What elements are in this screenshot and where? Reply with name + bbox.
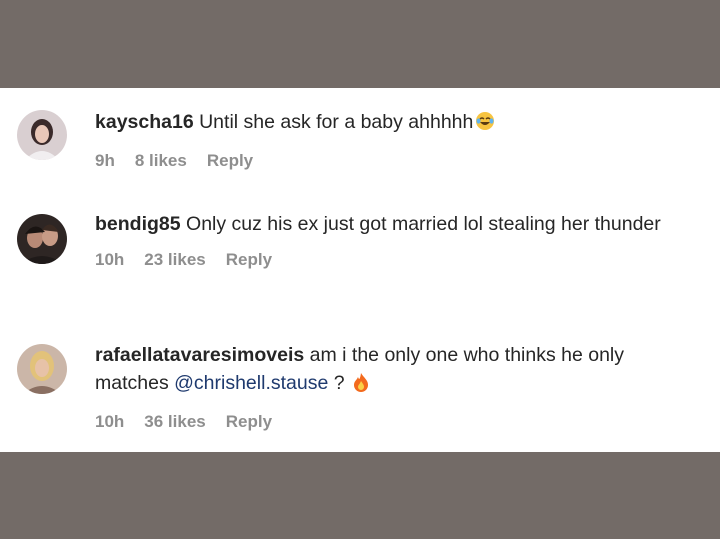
avatar-rafaellatavaresimoveis-icon <box>17 344 67 394</box>
fire-emoji-icon <box>352 372 370 400</box>
comment-meta: 10h 23 likes Reply <box>95 250 700 270</box>
comment-content: Only cuz his ex just got married lol ste… <box>186 213 661 235</box>
comment-time: 10h <box>95 250 125 269</box>
mention-link[interactable]: @chrishell.stause <box>174 372 328 394</box>
comment-time: 9h <box>95 151 115 170</box>
comment-likes[interactable]: 8 likes <box>135 151 187 171</box>
comment-text: bendig85 Only cuz his ex just got marrie… <box>95 210 700 238</box>
comment-username[interactable]: kayscha16 <box>95 111 194 133</box>
comment-content-tail: ? <box>328 372 351 394</box>
comment-text: rafaellatavaresimoveis am i the only one… <box>95 341 700 400</box>
avatar[interactable] <box>17 214 67 264</box>
comments-panel: kayscha16 Until she ask for a baby ahhhh… <box>0 88 720 452</box>
avatar[interactable] <box>17 344 67 394</box>
comment-body: bendig85 Only cuz his ex just got marrie… <box>95 210 700 270</box>
comment-likes[interactable]: 23 likes <box>144 250 205 270</box>
comment-body: rafaellatavaresimoveis am i the only one… <box>95 341 700 432</box>
reply-button[interactable]: Reply <box>226 412 272 432</box>
comment-content: Until she ask for a baby ahhhhh <box>199 111 474 133</box>
comment-text: kayscha16 Until she ask for a baby ahhhh… <box>95 108 700 139</box>
bottom-band <box>0 452 720 539</box>
comment-likes[interactable]: 36 likes <box>144 412 205 432</box>
top-band <box>0 0 720 88</box>
avatar-kayscha16-icon <box>17 110 67 160</box>
reply-button[interactable]: Reply <box>226 250 272 270</box>
comment-time: 10h <box>95 412 125 431</box>
laughing-tears-emoji-icon <box>475 111 495 139</box>
reply-button[interactable]: Reply <box>207 151 253 171</box>
comment-username[interactable]: bendig85 <box>95 213 181 235</box>
comment-meta: 9h 8 likes Reply <box>95 151 700 171</box>
avatar-bendig85-icon <box>17 214 67 264</box>
avatar[interactable] <box>17 110 67 160</box>
comment-meta: 10h 36 likes Reply <box>95 412 700 432</box>
comment-body: kayscha16 Until she ask for a baby ahhhh… <box>95 108 700 171</box>
comment-username[interactable]: rafaellatavaresimoveis <box>95 344 304 366</box>
